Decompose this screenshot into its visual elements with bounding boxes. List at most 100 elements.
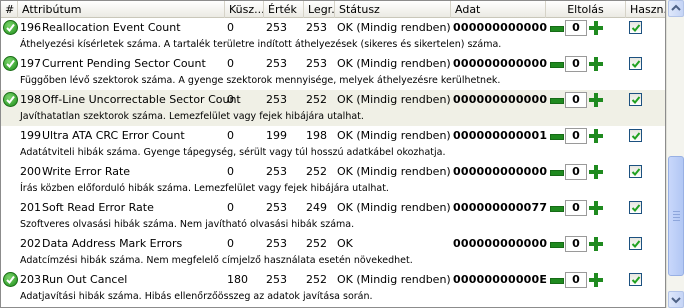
table-row[interactable]: 201 Soft Read Error Rate 0 253 249 OK (Mindig… <box>1 198 665 234</box>
column-header-worst[interactable]: Legr... <box>304 1 335 18</box>
attribute-id: 202 <box>20 237 41 250</box>
table-body: 196 Reallocation Event Count 0 253 253 OK (Mi… <box>1 18 665 306</box>
offset-field[interactable]: 0 <box>565 272 587 288</box>
current-value: 253 <box>266 93 287 106</box>
threshold-value: 0 <box>227 93 234 106</box>
threshold-value: 0 <box>227 165 234 178</box>
offset-decrease-button[interactable] <box>549 93 564 107</box>
offset-increase-button[interactable] <box>589 129 603 143</box>
offset-decrease-button[interactable] <box>549 273 564 287</box>
use-checkbox[interactable] <box>629 93 642 106</box>
offset-field[interactable]: 0 <box>565 20 587 36</box>
table-row[interactable]: 197 Current Pending Sector Count 0 253 253 OK… <box>1 54 665 90</box>
use-checkbox[interactable] <box>629 201 642 214</box>
offset-field[interactable]: 0 <box>565 128 587 144</box>
status-text: OK <box>337 237 353 250</box>
worst-value: 252 <box>306 237 327 250</box>
attribute-description: Adatátviteli hibák száma. Gyenge tápegys… <box>20 147 446 158</box>
column-header-threshold[interactable]: Küsz... <box>225 1 264 18</box>
offset-increase-button[interactable] <box>589 93 603 107</box>
attribute-name: Current Pending Sector Count <box>42 57 206 70</box>
attribute-description: Függőben lévő szektorok száma. A gyenge … <box>20 75 501 86</box>
worst-value: 252 <box>306 273 327 286</box>
attribute-id: 197 <box>20 57 41 70</box>
scroll-down-button[interactable] <box>668 291 684 308</box>
current-value: 253 <box>266 165 287 178</box>
raw-data-value: 000000000000 <box>453 21 548 34</box>
offset-decrease-button[interactable] <box>549 57 564 71</box>
threshold-value: 0 <box>227 57 234 70</box>
column-header-data[interactable]: Adat <box>451 1 546 18</box>
attribute-description: Írás közben előforduló hibák száma. Leme… <box>20 183 389 194</box>
status-text: OK (Mindig rendben) <box>337 57 451 70</box>
offset-decrease-button[interactable] <box>549 165 564 179</box>
status-text: OK (Mindig rendben) <box>337 165 451 178</box>
column-header-value[interactable]: Érték <box>264 1 304 18</box>
offset-increase-button[interactable] <box>589 21 603 35</box>
offset-field[interactable]: 0 <box>565 236 587 252</box>
table-row[interactable]: 198 Off-Line Uncorrectable Sector Count 0 2… <box>1 90 665 126</box>
current-value: 253 <box>266 273 287 286</box>
raw-data-value: 000000000001 <box>453 129 548 142</box>
attribute-id: 200 <box>20 165 41 178</box>
column-header-offset[interactable]: Eltolás <box>546 1 626 18</box>
offset-decrease-button[interactable] <box>549 129 564 143</box>
table-row[interactable]: 202 Data Address Mark Errors 0 253 252 OK 0000… <box>1 234 665 270</box>
offset-increase-button[interactable] <box>589 165 603 179</box>
offset-decrease-button[interactable] <box>549 201 564 215</box>
attribute-name: Ultra ATA CRC Error Count <box>42 129 185 142</box>
column-header-use[interactable]: Haszn... <box>626 1 665 18</box>
table-row[interactable]: 199 Ultra ATA CRC Error Count 0 199 198 OK (M… <box>1 126 665 162</box>
scroll-thumb[interactable] <box>668 156 684 276</box>
attribute-description: Áthelyezési kísérletek száma. A tartalék… <box>20 39 502 50</box>
attribute-id: 203 <box>20 273 41 286</box>
offset-increase-button[interactable] <box>589 237 603 251</box>
use-checkbox[interactable] <box>629 165 642 178</box>
current-value: 253 <box>266 21 287 34</box>
threshold-value: 0 <box>227 21 234 34</box>
offset-field[interactable]: 0 <box>565 164 587 180</box>
status-text: OK (Mindig rendben) <box>337 129 451 142</box>
offset-field[interactable]: 0 <box>565 56 587 72</box>
vertical-scrollbar[interactable] <box>666 0 684 308</box>
offset-increase-button[interactable] <box>589 201 603 215</box>
offset-increase-button[interactable] <box>589 273 603 287</box>
table-row[interactable]: 203 Run Out Cancel 180 253 252 OK (Mindig ren… <box>1 270 665 306</box>
raw-data-value: 000000000000 <box>453 165 548 178</box>
offset-field[interactable]: 0 <box>565 92 587 108</box>
table-row[interactable]: 196 Reallocation Event Count 0 253 253 OK (Mi… <box>1 18 665 54</box>
worst-value: 249 <box>306 201 327 214</box>
use-checkbox[interactable] <box>629 129 642 142</box>
raw-data-value: 000000000000 <box>453 57 548 70</box>
offset-increase-button[interactable] <box>589 57 603 71</box>
use-checkbox[interactable] <box>629 57 642 70</box>
attribute-id: 199 <box>20 129 41 142</box>
table-row[interactable]: 200 Write Error Rate 0 253 252 OK (Mindig ren… <box>1 162 665 198</box>
offset-decrease-button[interactable] <box>549 21 564 35</box>
current-value: 253 <box>266 57 287 70</box>
use-checkbox[interactable] <box>629 21 642 34</box>
attribute-name: Off-Line Uncorrectable Sector Count <box>42 93 241 106</box>
attribute-name: Reallocation Event Count <box>42 21 181 34</box>
column-header-attribute[interactable]: Attribútum <box>18 1 225 18</box>
status-text: OK (Mindig rendben) <box>337 201 451 214</box>
attribute-name: Data Address Mark Errors <box>42 237 183 250</box>
column-header-num[interactable]: # <box>1 1 18 18</box>
current-value: 199 <box>266 129 287 142</box>
use-checkbox[interactable] <box>629 237 642 250</box>
use-checkbox[interactable] <box>629 273 642 286</box>
ok-check-icon <box>3 56 18 71</box>
worst-value: 253 <box>306 57 327 70</box>
current-value: 253 <box>266 201 287 214</box>
worst-value: 198 <box>306 129 327 142</box>
status-text: OK (Mindig rendben) <box>337 273 451 286</box>
offset-decrease-button[interactable] <box>549 237 564 251</box>
threshold-value: 0 <box>227 129 234 142</box>
attribute-name: Write Error Rate <box>42 165 131 178</box>
column-header-status[interactable]: Státusz <box>335 1 451 18</box>
scroll-up-button[interactable] <box>668 0 684 17</box>
attribute-name: Run Out Cancel <box>42 273 128 286</box>
status-text: OK (Mindig rendben) <box>337 93 451 106</box>
worst-value: 252 <box>306 165 327 178</box>
offset-field[interactable]: 0 <box>565 200 587 216</box>
